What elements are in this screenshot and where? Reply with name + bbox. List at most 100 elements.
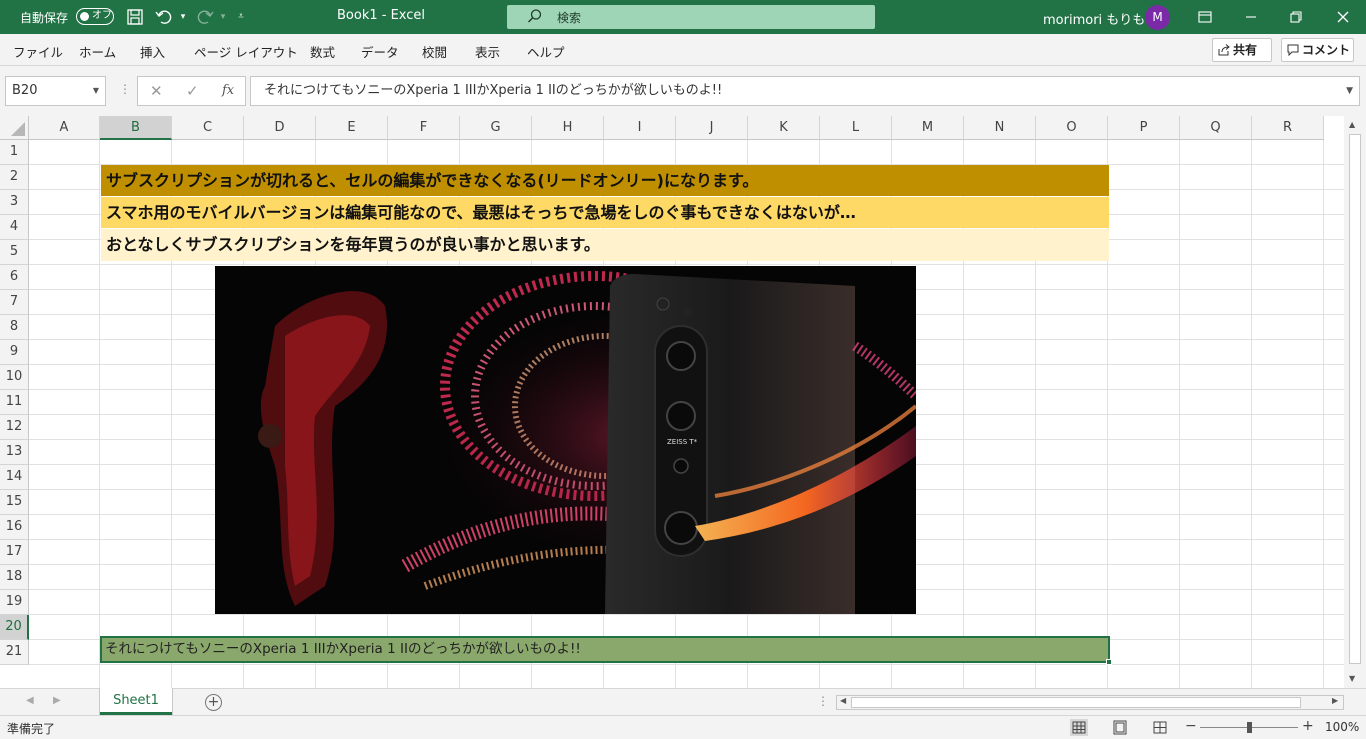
formula-input[interactable]: それにつけてもソニーのXperia 1 IIIかXperia 1 IIのどっちか… — [250, 76, 1360, 106]
menu-insert[interactable]: 挿入 — [140, 42, 165, 61]
row-header-3[interactable]: 3 — [0, 190, 29, 215]
column-header-e[interactable]: E — [316, 116, 388, 140]
search-box[interactable]: 検索 — [507, 5, 875, 29]
row-header-1[interactable]: 1 — [0, 140, 29, 165]
worksheet-grid[interactable]: ABCDEFGHIJKLMNOPQR 1 2 3 4 5 6 7 8 9 10 11 12 13 14 15… — [0, 116, 1344, 688]
undo-icon[interactable] — [155, 8, 173, 26]
chevron-down-icon[interactable]: ▼ — [93, 77, 99, 105]
add-sheet-icon[interactable]: + — [205, 694, 222, 711]
zoom-slider-thumb[interactable] — [1247, 722, 1252, 733]
expand-formula-icon[interactable]: ▼ — [1346, 77, 1353, 105]
row-header-4[interactable]: 4 — [0, 215, 29, 240]
column-header-k[interactable]: K — [748, 116, 820, 140]
column-header-h[interactable]: H — [532, 116, 604, 140]
more-options-icon[interactable]: ⋮ — [119, 82, 131, 96]
redo-dropdown-icon[interactable]: ▾ — [214, 8, 232, 26]
share-button[interactable]: 共有 — [1212, 38, 1272, 62]
menu-page-layout[interactable]: ページ レイアウト — [194, 42, 298, 61]
avatar[interactable]: M — [1145, 5, 1170, 30]
row-header-21[interactable]: 21 — [0, 640, 29, 665]
zoom-level[interactable]: 100% — [1325, 720, 1359, 734]
column-header-n[interactable]: N — [964, 116, 1036, 140]
next-sheet-icon[interactable]: ▶ — [53, 695, 61, 706]
menu-file[interactable]: ファイル — [13, 42, 63, 61]
row-header-13[interactable]: 13 — [0, 440, 29, 465]
column-header-r[interactable]: R — [1252, 116, 1324, 140]
row-header-17[interactable]: 17 — [0, 540, 29, 565]
column-header-p[interactable]: P — [1108, 116, 1180, 140]
menu-data[interactable]: データ — [361, 42, 399, 61]
row-header-20[interactable]: 20 — [0, 615, 29, 640]
column-header-b[interactable]: B — [100, 116, 172, 140]
menu-help[interactable]: ヘルプ — [527, 42, 565, 61]
row-header-14[interactable]: 14 — [0, 465, 29, 490]
scroll-left-icon[interactable]: ◀ — [840, 696, 846, 705]
restore-icon[interactable] — [1286, 7, 1306, 27]
user-name[interactable]: morimori もりもり — [1043, 9, 1158, 28]
redo-icon[interactable] — [196, 8, 214, 26]
column-header-o[interactable]: O — [1036, 116, 1108, 140]
page-layout-view-icon[interactable] — [1111, 719, 1129, 736]
scroll-down-icon[interactable]: ▼ — [1349, 674, 1355, 683]
ribbon-display-icon[interactable] — [1195, 7, 1215, 27]
zoom-in-icon[interactable]: + — [1302, 718, 1314, 734]
xperia-photo[interactable]: ZEISS T* — [215, 266, 916, 614]
menu-view[interactable]: 表示 — [475, 42, 500, 61]
row-header-7[interactable]: 7 — [0, 290, 29, 315]
menu-home[interactable]: ホーム — [79, 42, 116, 61]
vertical-scroll-thumb[interactable] — [1349, 134, 1361, 664]
cell-b20-selected[interactable]: それにつけてもソニーのXperia 1 IIIかXperia 1 IIのどっちか… — [100, 636, 1112, 665]
column-header-d[interactable]: D — [244, 116, 316, 140]
zoom-out-icon[interactable]: − — [1185, 718, 1197, 734]
column-header-l[interactable]: L — [820, 116, 892, 140]
name-box[interactable]: B20 ▼ — [5, 76, 106, 106]
close-icon[interactable] — [1333, 7, 1353, 27]
column-header-i[interactable]: I — [604, 116, 676, 140]
tab-splitter-icon[interactable]: ⋮ — [817, 694, 829, 708]
menu-formulas[interactable]: 数式 — [310, 42, 335, 61]
column-header-f[interactable]: F — [388, 116, 460, 140]
row-header-2[interactable]: 2 — [0, 165, 29, 190]
vertical-scrollbar[interactable]: ▲ ▼ — [1344, 116, 1366, 688]
insert-function-icon[interactable]: fx — [222, 83, 234, 98]
row-header-19[interactable]: 19 — [0, 590, 29, 615]
undo-dropdown-icon[interactable]: ▾ — [174, 8, 192, 26]
horizontal-scroll-thumb[interactable] — [851, 697, 1301, 708]
row-header-6[interactable]: 6 — [0, 265, 29, 290]
column-header-q[interactable]: Q — [1180, 116, 1252, 140]
cell-b4[interactable]: おとなしくサブスクリプションを毎年買うのが良い事かと思います。 — [101, 229, 1109, 261]
save-icon[interactable] — [126, 8, 144, 26]
scroll-up-icon[interactable]: ▲ — [1349, 120, 1355, 129]
select-all-corner[interactable] — [0, 116, 29, 140]
cell-b3[interactable]: スマホ用のモバイルバージョンは編集可能なので、最悪はそっちで急場をしのぐ事もでき… — [101, 197, 1109, 228]
row-header-5[interactable]: 5 — [0, 240, 29, 265]
horizontal-scrollbar[interactable]: ◀ ▶ — [836, 695, 1344, 710]
minimize-icon[interactable] — [1241, 7, 1261, 27]
row-header-15[interactable]: 15 — [0, 490, 29, 515]
comment-button[interactable]: コメント — [1281, 38, 1354, 62]
page-break-view-icon[interactable] — [1151, 719, 1169, 736]
row-header-9[interactable]: 9 — [0, 340, 29, 365]
sheet-tab-sheet1[interactable]: Sheet1 — [100, 688, 172, 715]
row-header-16[interactable]: 16 — [0, 515, 29, 540]
cell-b2[interactable]: サブスクリプションが切れると、セルの編集ができなくなる(リードオンリー)になりま… — [101, 165, 1109, 196]
customize-toolbar-icon[interactable]: ⩡ — [232, 8, 250, 26]
column-header-a[interactable]: A — [29, 116, 100, 140]
row-header-18[interactable]: 18 — [0, 565, 29, 590]
enter-icon[interactable]: ✓ — [186, 82, 199, 100]
column-header-c[interactable]: C — [172, 116, 244, 140]
scroll-right-icon[interactable]: ▶ — [1332, 696, 1338, 705]
row-header-8[interactable]: 8 — [0, 315, 29, 340]
normal-view-icon[interactable] — [1070, 719, 1088, 736]
cancel-icon[interactable]: ✕ — [150, 82, 163, 100]
column-header-m[interactable]: M — [892, 116, 964, 140]
column-header-g[interactable]: G — [460, 116, 532, 140]
column-header-j[interactable]: J — [676, 116, 748, 140]
fill-handle[interactable] — [1106, 659, 1112, 665]
prev-sheet-icon[interactable]: ◀ — [26, 695, 34, 706]
autosave-toggle[interactable]: オフ — [76, 8, 114, 25]
menu-review[interactable]: 校閲 — [422, 42, 447, 61]
row-header-12[interactable]: 12 — [0, 415, 29, 440]
row-header-11[interactable]: 11 — [0, 390, 29, 415]
row-header-10[interactable]: 10 — [0, 365, 29, 390]
